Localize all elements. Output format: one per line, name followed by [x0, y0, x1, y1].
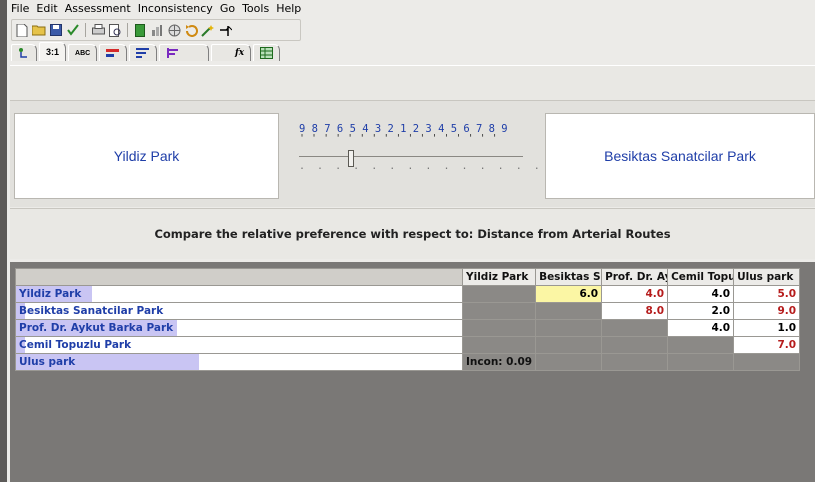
check-icon[interactable] [66, 23, 80, 37]
print-icon[interactable] [91, 23, 105, 37]
wand-icon[interactable] [201, 23, 215, 37]
menu-tools[interactable]: Tools [242, 2, 269, 18]
comparison-prompt: Compare the relative preference with res… [10, 208, 815, 259]
matrix-cell-diagonal [461, 285, 537, 303]
tab-formula[interactable]: fx [211, 44, 252, 61]
table-row: Ulus park Incon: 0.09 [15, 353, 801, 371]
left-item-box[interactable]: Yildiz Park [14, 113, 279, 199]
tab-questionnaire[interactable] [159, 44, 210, 61]
menu-edit[interactable]: Edit [36, 2, 57, 18]
row-label[interactable]: Yildiz Park [15, 285, 463, 303]
right-item-box[interactable]: Besiktas Sanatcilar Park [545, 113, 815, 199]
matrix-cell[interactable]: 9.0 [733, 302, 801, 320]
scale-dots: . . . . . . . . . . . . . . . [299, 161, 558, 172]
menu-assessment[interactable]: Assessment [65, 2, 131, 18]
column-header[interactable]: Yildiz Park [461, 268, 537, 286]
matrix-cell-lower [461, 319, 537, 337]
comparison-scale: 9 8 7 6 5 4 3 2 1 2 3 4 5 6 7 8 9 ' ' ' … [299, 123, 558, 193]
matrix-cell[interactable]: 4.0 [667, 319, 735, 337]
table-row: Prof. Dr. Aykut Barka Park 4.0 1.0 [15, 319, 801, 337]
app-window: File Edit Assessment Inconsistency Go To… [7, 0, 815, 482]
matrix-cell[interactable]: 1.0 [733, 319, 801, 337]
column-header[interactable]: Prof. Dr. Ay [601, 268, 669, 286]
matrix-header-row: Yildiz Park Besiktas S Prof. Dr. Ay Cemi… [15, 268, 801, 286]
pairwise-comparison-panel: Yildiz Park 9 8 7 6 5 4 3 2 1 2 3 4 5 6 … [10, 100, 815, 207]
comparison-matrix: Yildiz Park Besiktas S Prof. Dr. Ay Cemi… [15, 268, 801, 371]
row-label-text: Yildiz Park [19, 288, 82, 300]
menu-go[interactable]: Go [220, 2, 235, 18]
matrix-cell-lower [461, 302, 537, 320]
matrix-cell-lower [601, 336, 669, 354]
toolbar-panel-strip [10, 65, 815, 103]
matrix-cell-lower [667, 353, 735, 371]
tab-verbal[interactable]: ABC [68, 44, 98, 61]
menu-inconsistency[interactable]: Inconsistency [138, 2, 213, 18]
comparison-matrix-area: Yildiz Park Besiktas S Prof. Dr. Ay Cemi… [10, 262, 815, 482]
matrix-cell-lower [535, 353, 603, 371]
matrix-cell-diagonal [601, 319, 669, 337]
row-label[interactable]: Prof. Dr. Aykut Barka Park [15, 319, 463, 337]
row-label-text: Cemil Topuzlu Park [19, 339, 132, 351]
column-header[interactable]: Besiktas S [535, 268, 603, 286]
matrix-cell[interactable]: 4.0 [601, 285, 669, 303]
matrix-cell[interactable]: 5.0 [733, 285, 801, 303]
toolbar [11, 19, 301, 41]
row-label[interactable]: Besiktas Sanatcilar Park [15, 302, 463, 320]
tab-tree[interactable] [11, 44, 37, 61]
row-label-text: Prof. Dr. Aykut Barka Park [19, 322, 174, 334]
toolbar-separator [127, 23, 128, 37]
matrix-cell-lower [601, 353, 669, 371]
row-label-text: Besiktas Sanatcilar Park [19, 305, 164, 317]
new-icon[interactable] [15, 23, 29, 37]
menu-help[interactable]: Help [276, 2, 301, 18]
matrix-cell[interactable]: 7.0 [733, 336, 801, 354]
slider-track[interactable] [299, 156, 523, 157]
preview-icon[interactable] [108, 23, 122, 37]
table-row: Yildiz Park 6.0 4.0 4.0 5.0 [15, 285, 801, 303]
refresh-icon[interactable] [184, 23, 198, 37]
toolbar-separator [85, 23, 86, 37]
matrix-cell-lower [535, 319, 603, 337]
matrix-cell-lower [535, 336, 603, 354]
matrix-cell-diagonal [733, 353, 801, 371]
matrix-cell-diagonal [535, 302, 603, 320]
right-item-label: Besiktas Sanatcilar Park [604, 148, 756, 164]
row-label-text: Ulus park [19, 356, 76, 368]
view-tabs: 3:1 ABC fx [11, 41, 341, 61]
sensitivity-icon[interactable] [167, 23, 181, 37]
menu-bar: File Edit Assessment Inconsistency Go To… [11, 2, 301, 18]
tab-numeric[interactable]: 3:1 [39, 42, 67, 61]
scale-ticks: ' ' ' ' ' ' ' ' ' ' ' ' ' ' ' ' ' [299, 133, 498, 144]
chart-icon[interactable] [150, 23, 164, 37]
column-header[interactable]: Ulus park [733, 268, 801, 286]
menu-file[interactable]: File [11, 2, 29, 18]
left-item-label: Yildiz Park [113, 148, 180, 164]
table-row: Cemil Topuzlu Park 7.0 [15, 336, 801, 354]
arrow-icon[interactable] [218, 23, 232, 37]
matrix-cell-diagonal [667, 336, 735, 354]
row-label[interactable]: Ulus park [15, 353, 463, 371]
save-icon[interactable] [49, 23, 63, 37]
matrix-cell[interactable]: 4.0 [667, 285, 735, 303]
matrix-cell[interactable]: 6.0 [535, 285, 603, 303]
matrix-corner [15, 268, 463, 286]
window-frame-edge [0, 0, 7, 482]
column-header[interactable]: Cemil Topu [667, 268, 735, 286]
model-icon[interactable] [133, 23, 147, 37]
inconsistency-value: Incon: 0.09 [461, 353, 537, 371]
matrix-cell-lower [461, 336, 537, 354]
matrix-cell[interactable]: 2.0 [667, 302, 735, 320]
tab-matrix[interactable] [253, 44, 281, 61]
tab-bars[interactable] [129, 44, 158, 61]
row-label[interactable]: Cemil Topuzlu Park [15, 336, 463, 354]
matrix-cell[interactable]: 8.0 [601, 302, 669, 320]
open-icon[interactable] [32, 23, 46, 37]
tab-graphic[interactable] [99, 44, 128, 61]
table-row: Besiktas Sanatcilar Park 8.0 2.0 9.0 [15, 302, 801, 320]
prompt-text: Compare the relative preference with res… [154, 227, 671, 241]
